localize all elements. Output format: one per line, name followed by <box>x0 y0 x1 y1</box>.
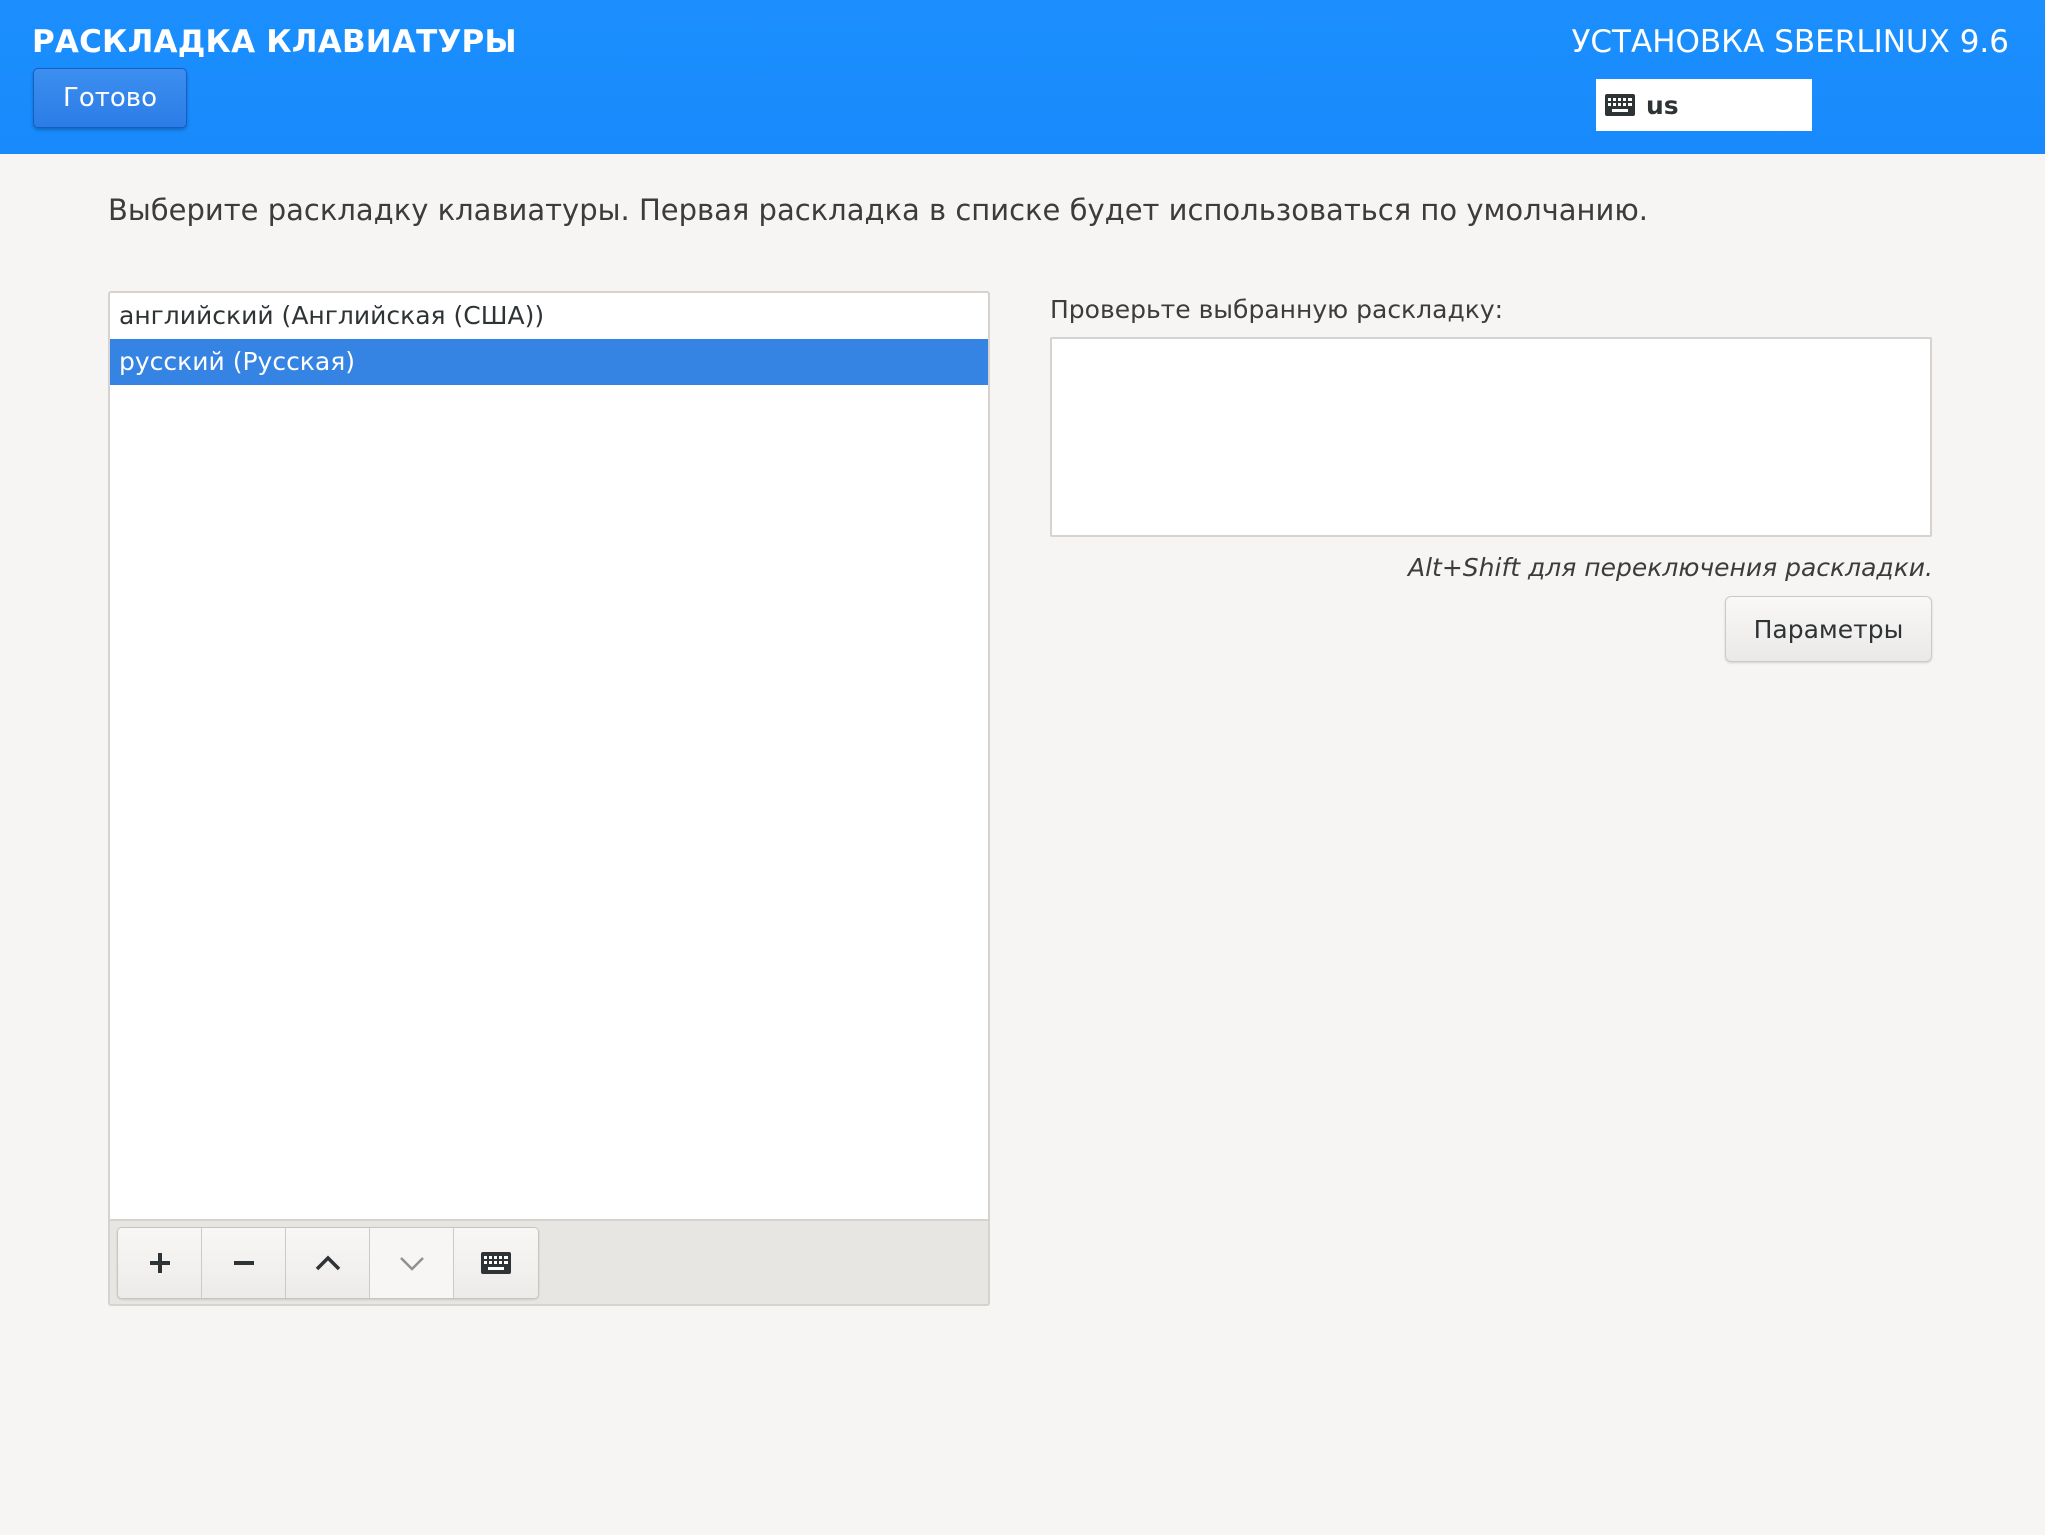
test-layout-input[interactable] <box>1050 337 1932 537</box>
plus-icon <box>149 1253 170 1273</box>
layout-list-item-english[interactable]: английский (Английская (США)) <box>110 293 988 339</box>
layout-toolbar-group <box>117 1227 539 1299</box>
add-layout-button[interactable] <box>118 1228 202 1298</box>
layout-indicator-label: us <box>1646 90 1679 120</box>
product-title: УСТАНОВКА SBERLINUX 9.6 <box>1571 24 2009 60</box>
keyboard-icon <box>481 1252 511 1274</box>
chevron-down-icon <box>399 1257 424 1271</box>
options-button[interactable]: Параметры <box>1725 596 1932 662</box>
layout-list: английский (Английская (США)) русский (Р… <box>108 291 990 1306</box>
instruction-text: Выберите раскладку клавиатуры. Первая ра… <box>108 193 1648 227</box>
minus-icon <box>233 1261 254 1265</box>
move-up-button[interactable] <box>286 1228 370 1298</box>
move-down-button[interactable] <box>370 1228 454 1298</box>
header-bar: РАСКЛАДКА КЛАВИАТУРЫ Готово УСТАНОВКА SB… <box>0 0 2045 154</box>
layout-list-item-russian[interactable]: русский (Русская) <box>110 339 988 385</box>
done-button[interactable]: Готово <box>33 68 187 128</box>
keyboard-layout-indicator[interactable]: us <box>1596 79 1812 131</box>
remove-layout-button[interactable] <box>202 1228 286 1298</box>
test-layout-label: Проверьте выбранную раскладку: <box>1050 295 1504 324</box>
switch-layout-hint: Alt+Shift для переключения раскладки. <box>1408 553 1933 582</box>
page-title: РАСКЛАДКА КЛАВИАТУРЫ <box>32 24 517 60</box>
layout-list-toolbar <box>110 1219 988 1304</box>
preview-layout-button[interactable] <box>454 1228 538 1298</box>
chevron-up-icon <box>315 1255 340 1271</box>
keyboard-icon <box>1604 93 1636 117</box>
